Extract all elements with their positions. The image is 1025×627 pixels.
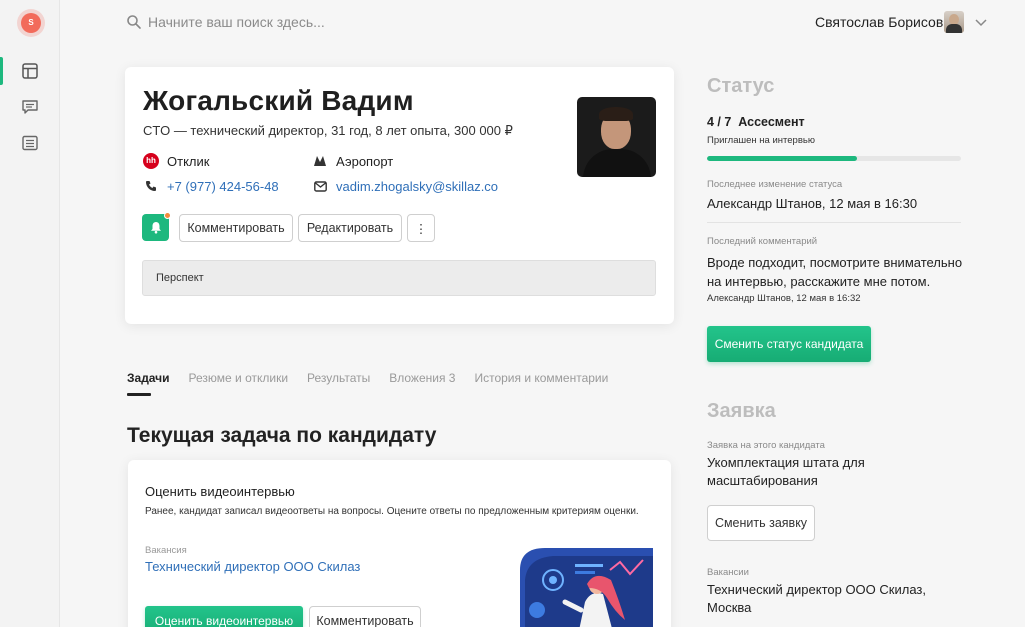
status-stage: Ассесмент (738, 115, 805, 129)
phone-link[interactable]: +7 (977) 424-56-48 (167, 179, 279, 194)
nav-lists[interactable] (0, 125, 60, 161)
tab-history[interactable]: История и комментарии (474, 371, 608, 385)
tab-attachments[interactable]: Вложения 3 (389, 371, 455, 385)
task-title: Оценить видеоинтервью (145, 484, 295, 499)
user-avatar[interactable] (944, 11, 964, 33)
metro-text: Аэропорт (336, 153, 394, 169)
notify-button[interactable] (142, 212, 171, 241)
task-comment-button[interactable]: Комментировать (309, 606, 421, 627)
candidate-photo (577, 97, 656, 177)
video-interview-illustration (515, 540, 653, 627)
status-heading: Статус (707, 75, 775, 97)
task-vacancy-link[interactable]: Технический директор ООО Скилаз (145, 559, 360, 574)
phone-icon (146, 181, 156, 191)
user-name[interactable]: Святослав Борисов (815, 14, 943, 30)
chat-icon (22, 100, 38, 114)
request-vacancy-link[interactable]: Технический директор ООО Скилаз, Москва (707, 581, 947, 617)
tab-results[interactable]: Результаты (307, 371, 370, 385)
task-card: Оценить видеоинтервью Ранее, кандидат за… (128, 460, 671, 627)
more-button[interactable]: ⋮ (407, 214, 435, 242)
comment-button[interactable]: Комментировать (179, 214, 293, 242)
candidate-tabs: Задачи Резюме и отклики Результаты Вложе… (127, 371, 627, 396)
last-comment-text: Вроде подходит, посмотрите внимательно н… (707, 255, 963, 289)
task-description: Ранее, кандидат записал видеоответы на в… (145, 506, 639, 517)
layout-icon (22, 63, 38, 79)
status-step: 4 / 7 Ассесмент (707, 115, 805, 129)
change-status-button[interactable]: Сменить статус кандидата (707, 326, 871, 362)
left-rail: S (0, 0, 60, 627)
change-request-button[interactable]: Сменить заявку (707, 505, 815, 541)
candidate-summary: CTO — технический директор, 31 год, 8 ле… (143, 123, 513, 138)
request-heading: Заявка (707, 400, 776, 422)
app-logo[interactable]: S (21, 13, 41, 33)
status-step-count: 4 / 7 (707, 115, 732, 129)
request-label: Заявка на этого кандидата (707, 440, 825, 451)
phone-row: +7 (977) 424-56-48 (143, 178, 279, 194)
metro-icon (314, 156, 326, 166)
metro-row: Аэропорт (312, 153, 393, 169)
status-progress-fill (707, 156, 857, 161)
evaluate-video-button[interactable]: Оценить видеоинтервью (145, 606, 303, 627)
edit-button[interactable]: Редактировать (298, 214, 402, 242)
status-substage: Приглашен на интервью (707, 135, 815, 146)
status-progress-bar (707, 156, 961, 161)
last-comment-label: Последний комментарий (707, 236, 818, 247)
nav-dashboard[interactable] (0, 53, 60, 89)
hh-icon: hh (143, 153, 159, 169)
tab-tasks[interactable]: Задачи (127, 371, 170, 396)
request-link[interactable]: Укомплектация штата для масштабирования (707, 454, 907, 490)
section-title: Текущая задача по кандидату (127, 424, 437, 447)
search-icon (127, 15, 141, 29)
candidate-name: Жогальский Вадим (143, 85, 414, 116)
email-link[interactable]: vadim.zhogalsky@skillaz.co (336, 179, 498, 194)
email-row: vadim.zhogalsky@skillaz.co (312, 178, 498, 194)
task-vacancy-label: Вакансия (145, 545, 187, 556)
source-text: Отклик (167, 153, 210, 169)
notification-dot (164, 212, 171, 219)
list-icon (22, 135, 38, 151)
tab-resume[interactable]: Резюме и отклики (189, 371, 289, 385)
source-row: hh Отклик (143, 153, 209, 169)
mail-icon (313, 180, 327, 192)
search-input[interactable] (148, 12, 448, 32)
bell-icon (150, 222, 161, 234)
chevron-down-icon[interactable] (975, 17, 987, 27)
nav-messages[interactable] (0, 89, 60, 125)
pipeline-stage[interactable]: Перспект (142, 260, 656, 296)
divider (707, 222, 961, 223)
last-comment-meta: Александр Штанов, 12 мая в 16:32 (707, 293, 861, 304)
request-vacancy-label: Вакансии (707, 567, 749, 578)
last-change-value: Александр Штанов, 12 мая в 16:30 (707, 196, 918, 211)
candidate-card: Жогальский Вадим CTO — технический дирек… (125, 67, 674, 324)
last-change-label: Последнее изменение статуса (707, 179, 843, 190)
